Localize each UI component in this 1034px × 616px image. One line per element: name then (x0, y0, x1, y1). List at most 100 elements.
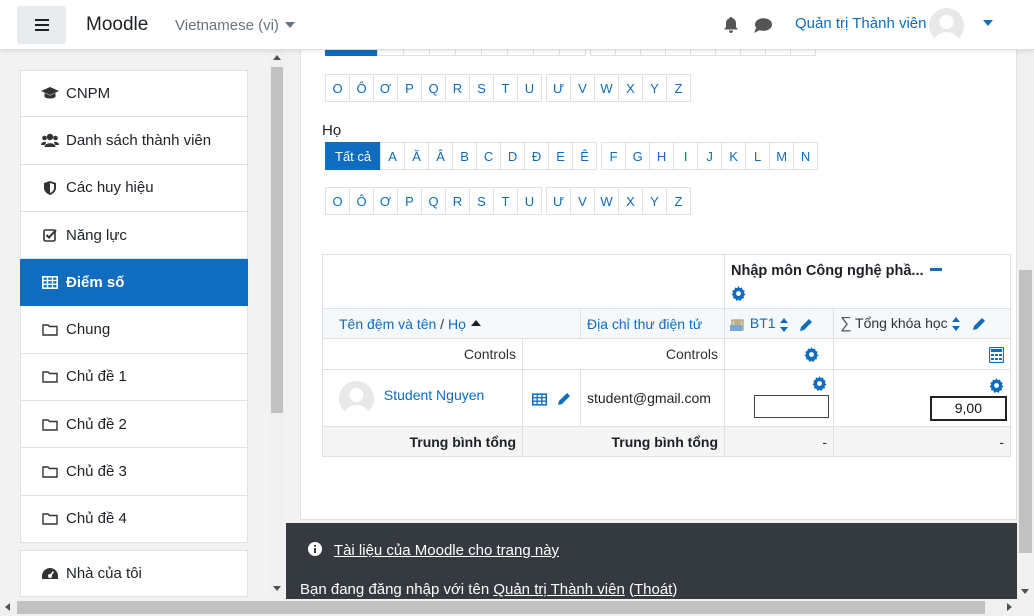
moodle-docs-link[interactable]: Tài liệu của Moodle cho trang này (334, 542, 559, 559)
bt1-item-link[interactable]: BT1 (750, 315, 776, 331)
nav-item-cnpm[interactable]: CNPM (20, 70, 248, 118)
initial-letter[interactable]: R (445, 187, 470, 215)
edit-pencil-icon[interactable] (557, 392, 571, 406)
sort-toggle-icon[interactable] (951, 316, 960, 331)
nav-item-topic-3[interactable]: Chủ đề 3 (20, 448, 248, 496)
initial-letter[interactable]: S (469, 187, 494, 215)
nav-item-grades[interactable]: Điểm số (20, 259, 248, 307)
initial-letter[interactable]: B (452, 142, 478, 170)
sidebar-scrollbar[interactable] (270, 50, 284, 596)
initial-letter[interactable]: I (673, 142, 699, 170)
initial-letter[interactable]: Ô (349, 187, 374, 215)
nav-item-topic-1[interactable]: Chủ đề 1 (20, 353, 248, 402)
gear-icon[interactable] (989, 377, 1004, 393)
bell-icon[interactable] (724, 17, 738, 33)
language-menu[interactable]: Vietnamese (vi) (175, 17, 295, 34)
initial-letter[interactable]: D (500, 142, 526, 170)
collapse-minus-icon[interactable] (929, 268, 942, 271)
initial-letter[interactable]: K (721, 142, 747, 170)
sort-by-surname-link[interactable]: Họ (448, 316, 466, 332)
initial-letter[interactable]: E (548, 142, 574, 170)
initial-letter[interactable]: W (594, 187, 619, 215)
initial-letter[interactable]: Z (666, 74, 691, 102)
user-menu-caret-icon[interactable] (983, 20, 993, 26)
initial-letter[interactable]: Ô (349, 74, 374, 102)
menu-toggle-button[interactable] (17, 6, 66, 44)
initial-letter[interactable]: Â (428, 142, 454, 170)
horizontal-scroll-thumb[interactable] (17, 601, 985, 614)
initial-letter[interactable]: U (517, 74, 542, 102)
initial-letter[interactable]: Ơ (373, 187, 398, 215)
initial-letter[interactable]: Ê (572, 142, 598, 170)
user-avatar[interactable] (929, 8, 964, 43)
initial-letter[interactable]: T (493, 187, 518, 215)
sort-by-email-link[interactable]: Địa chỉ thư điện tử (587, 316, 702, 332)
initial-letter[interactable]: Ơ (373, 74, 398, 102)
initial-letter[interactable]: Ư (546, 74, 571, 102)
scroll-up-arrow-icon[interactable] (273, 55, 281, 60)
calculator-icon[interactable] (989, 346, 1004, 363)
avatar[interactable] (339, 380, 374, 416)
initial-letter[interactable]: A (380, 142, 406, 170)
nav-item-participants[interactable]: Danh sách thành viên (20, 117, 248, 165)
initial-letter[interactable]: U (517, 187, 542, 215)
gear-icon[interactable] (812, 376, 827, 392)
initial-letter[interactable]: P (397, 187, 422, 215)
sidebar-scroll-thumb[interactable] (271, 67, 283, 413)
initial-letter[interactable]: W (594, 74, 619, 102)
initial-letter[interactable]: C (476, 142, 502, 170)
initial-letter[interactable]: R (445, 74, 470, 102)
page-horizontal-scrollbar[interactable] (0, 599, 1034, 616)
initial-letter[interactable]: X (618, 74, 643, 102)
sort-toggle-icon[interactable] (779, 317, 788, 332)
gear-icon[interactable] (731, 285, 746, 301)
total-grade-input[interactable]: 9,00 (930, 395, 1007, 421)
initial-letter[interactable]: S (469, 74, 494, 102)
user-menu-name[interactable]: Quản trị Thành viên (795, 15, 926, 32)
nav-item-topic-2[interactable]: Chủ đề 2 (20, 401, 248, 449)
scroll-down-arrow-icon[interactable] (1021, 589, 1029, 594)
initial-letter[interactable]: O (325, 187, 350, 215)
initial-letter[interactable]: O (325, 74, 350, 102)
scroll-down-arrow-icon[interactable] (273, 586, 281, 591)
initial-letter[interactable]: Z (666, 187, 691, 215)
initial-letter[interactable]: Đ (524, 142, 550, 170)
initial-letter[interactable]: T (493, 74, 518, 102)
initial-letter[interactable]: Q (421, 187, 446, 215)
initial-letter[interactable]: Ư (546, 187, 571, 215)
scroll-right-arrow-icon[interactable] (1007, 603, 1012, 611)
initial-letter[interactable]: V (570, 74, 595, 102)
page-scroll-thumb[interactable] (1019, 270, 1032, 553)
nav-item-dashboard[interactable]: Nhà của tôi (20, 550, 248, 598)
nav-item-badges[interactable]: Các huy hiệu (20, 164, 248, 212)
nav-item-competencies[interactable]: Năng lực (20, 211, 248, 260)
bt1-grade-input[interactable] (754, 395, 829, 419)
initial-letter[interactable]: Q (421, 74, 446, 102)
initial-letter[interactable]: F (601, 142, 627, 170)
logged-user-link[interactable]: Quản trị Thành viên (493, 581, 624, 598)
initial-letter[interactable]: H (649, 142, 675, 170)
initial-letter[interactable]: L (745, 142, 771, 170)
initial-letter[interactable]: M (769, 142, 795, 170)
nav-item-topic-4[interactable]: Chủ đề 4 (20, 495, 248, 543)
initial-letter[interactable]: V (570, 187, 595, 215)
initial-letter[interactable]: J (697, 142, 723, 170)
initial-letter[interactable]: G (625, 142, 651, 170)
sort-by-firstname-link[interactable]: Tên đệm và tên (339, 316, 436, 332)
edit-pencil-icon[interactable] (799, 318, 813, 332)
nav-item-general[interactable]: Chung (20, 306, 248, 354)
initial-letter[interactable]: X (618, 187, 643, 215)
initial-letter[interactable]: N (793, 142, 819, 170)
table-icon[interactable] (532, 393, 548, 406)
edit-pencil-icon[interactable] (972, 317, 986, 331)
initial-letter[interactable]: P (397, 74, 422, 102)
initial-letter[interactable]: Y (642, 187, 667, 215)
logout-link[interactable]: Thoát (634, 581, 672, 598)
scroll-left-arrow-icon[interactable] (5, 603, 10, 611)
surname-all-button[interactable]: Tất cả (325, 142, 382, 170)
initial-letter[interactable]: Ă (404, 142, 430, 170)
gear-icon[interactable] (803, 347, 819, 363)
initial-letter[interactable]: Y (642, 74, 667, 102)
page-vertical-scrollbar[interactable] (1017, 0, 1034, 599)
messages-icon[interactable] (754, 18, 772, 33)
